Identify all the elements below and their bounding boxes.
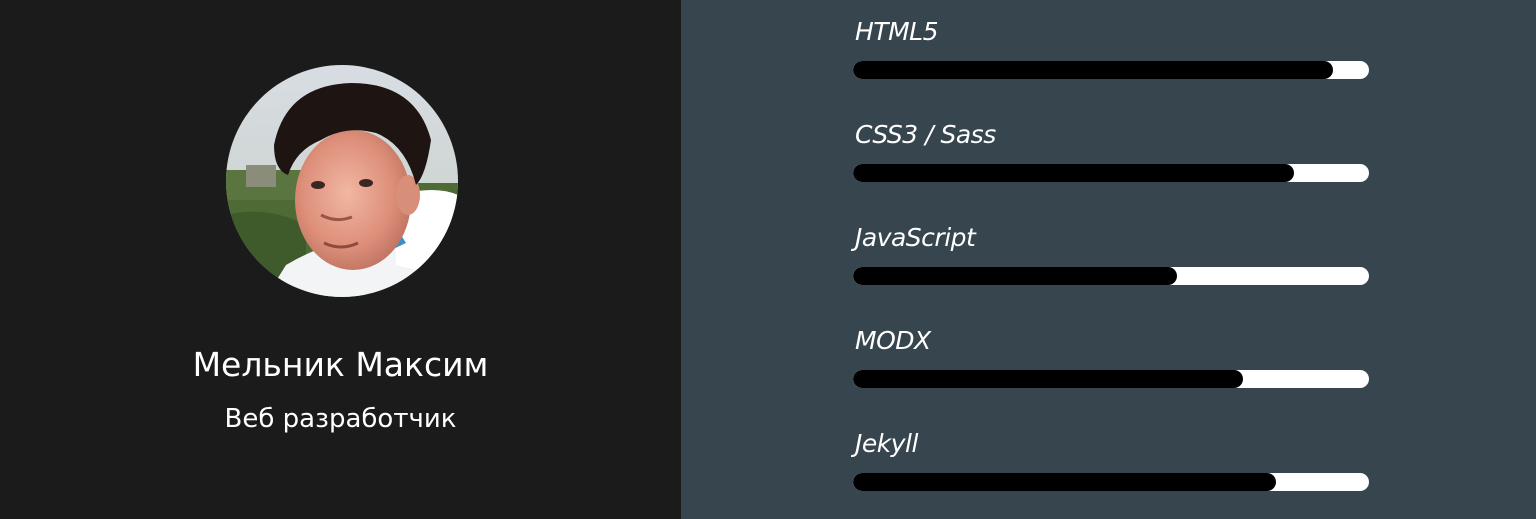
skill-progress-fill bbox=[853, 267, 1178, 285]
skill-progress-fill bbox=[853, 61, 1333, 79]
skills-panel: HTML5 CSS3 / Sass JavaScript MODX Jekyll bbox=[681, 0, 1536, 519]
skill-jekyll: Jekyll bbox=[853, 429, 1369, 491]
skill-label: MODX bbox=[855, 326, 931, 355]
skill-progress-track bbox=[853, 370, 1369, 388]
avatar-photo bbox=[226, 65, 458, 297]
avatar bbox=[226, 65, 458, 297]
skill-progress-track bbox=[853, 164, 1369, 182]
skill-label: Jekyll bbox=[855, 429, 918, 458]
skill-label: HTML5 bbox=[855, 17, 938, 46]
profile-panel: Мельник Максим Веб разработчик bbox=[0, 0, 681, 519]
skill-progress-track bbox=[853, 267, 1369, 285]
skill-css3-sass: CSS3 / Sass bbox=[853, 120, 1369, 182]
resume-page: Мельник Максим Веб разработчик HTML5 CSS… bbox=[0, 0, 1536, 519]
skill-progress-fill bbox=[853, 370, 1243, 388]
skill-progress-fill bbox=[853, 473, 1277, 491]
skill-label: CSS3 / Sass bbox=[855, 120, 996, 149]
skill-label: JavaScript bbox=[855, 223, 976, 252]
skill-modx: MODX bbox=[853, 326, 1369, 388]
profile-name: Мельник Максим bbox=[192, 345, 489, 384]
skill-progress-fill bbox=[853, 164, 1295, 182]
skill-javascript: JavaScript bbox=[853, 223, 1369, 285]
profile-role: Веб разработчик bbox=[224, 404, 457, 434]
skill-progress-track bbox=[853, 473, 1369, 491]
skill-progress-track bbox=[853, 61, 1369, 79]
skill-html5: HTML5 bbox=[853, 17, 1369, 79]
